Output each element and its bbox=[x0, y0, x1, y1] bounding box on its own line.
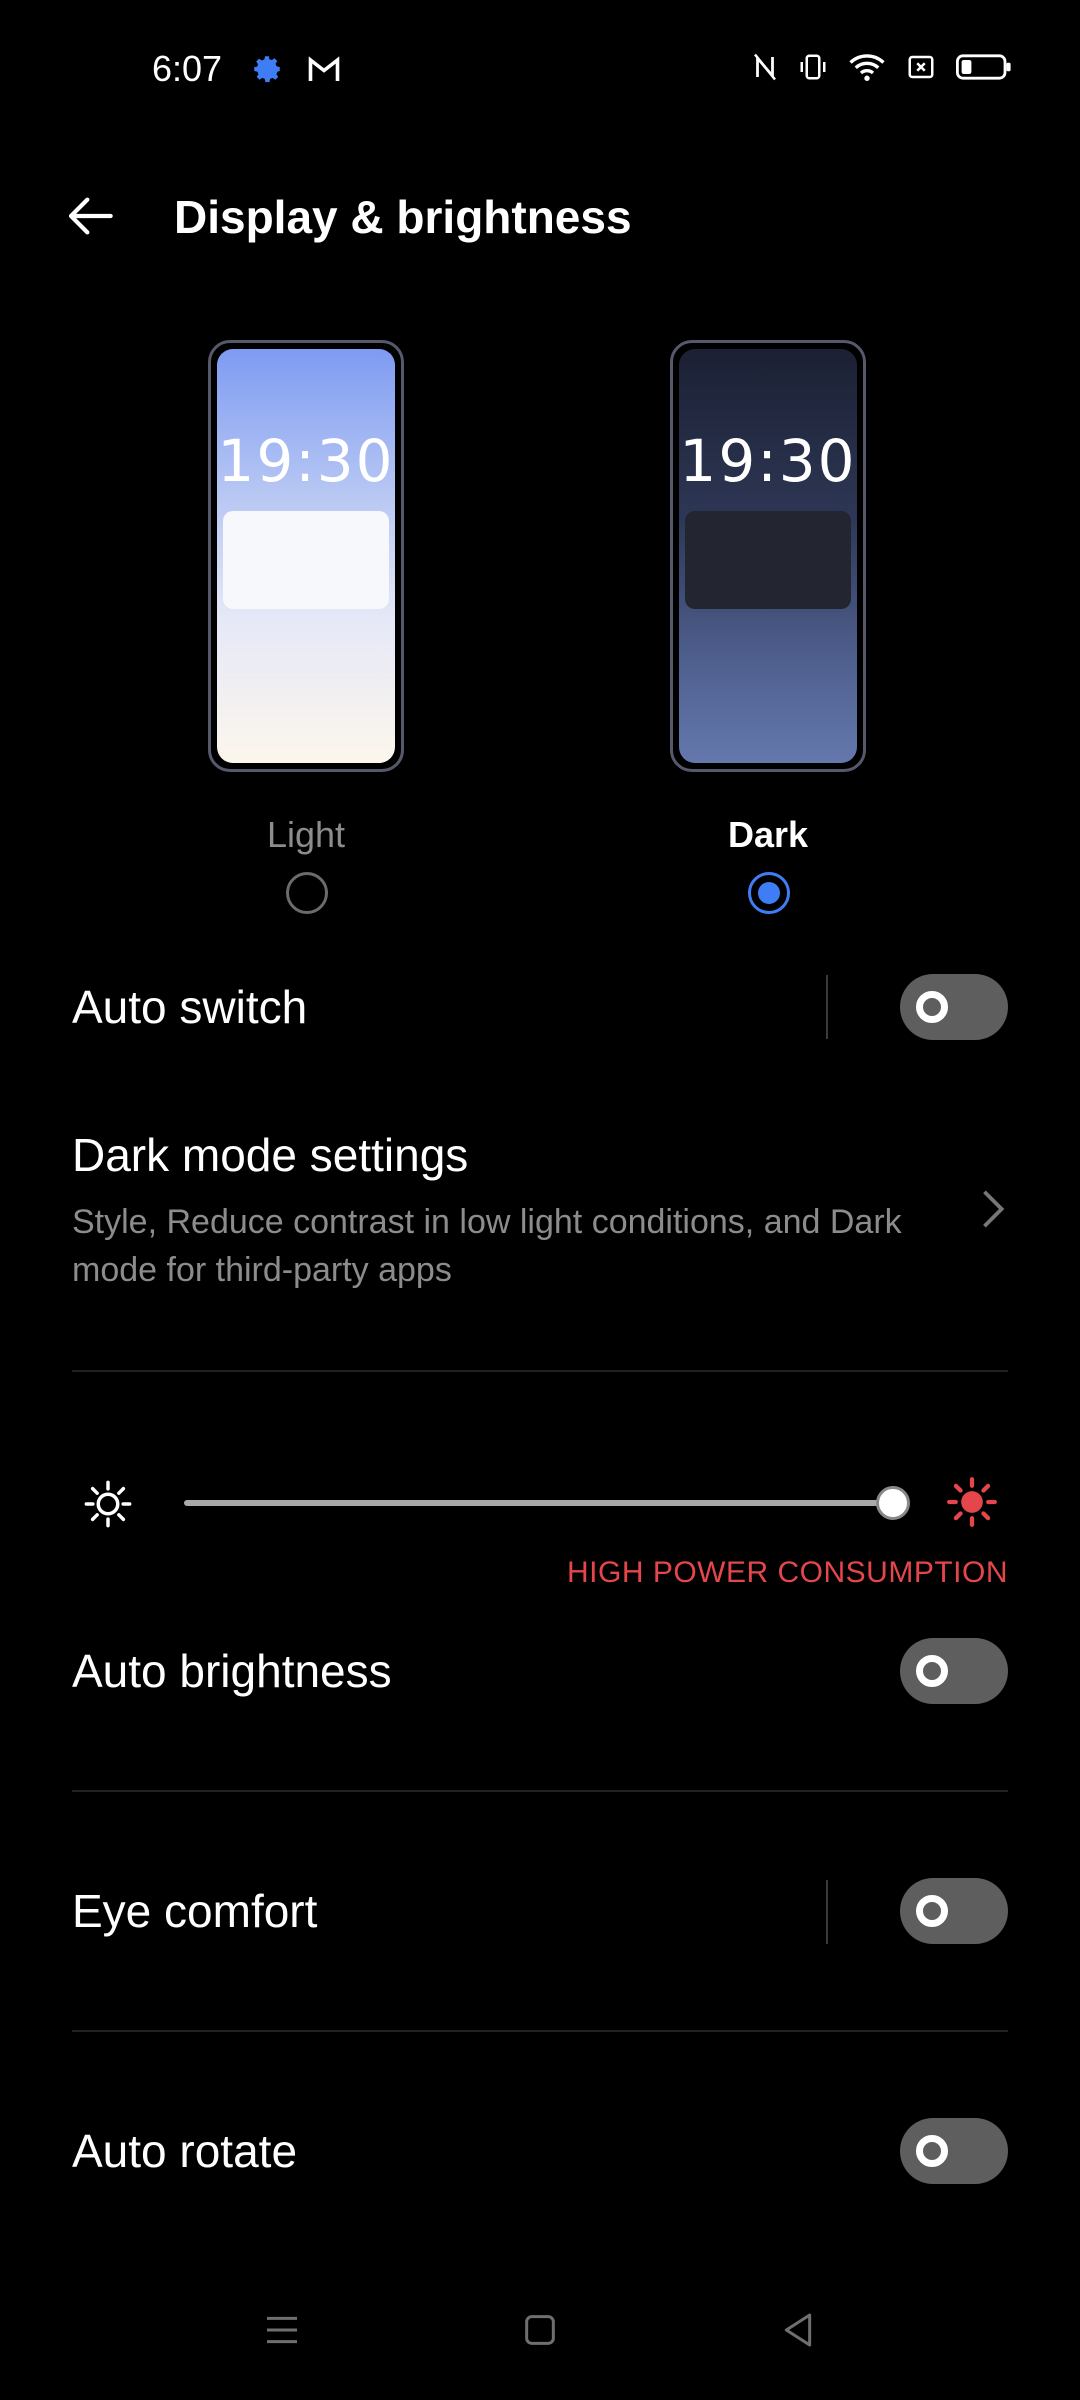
eye-comfort-toggle[interactable] bbox=[900, 1878, 1008, 1944]
light-theme-radio[interactable] bbox=[286, 872, 328, 914]
gear-icon bbox=[250, 52, 284, 91]
divider bbox=[72, 1790, 1008, 1792]
divider bbox=[826, 975, 828, 1039]
light-theme-preview[interactable]: 19:30 bbox=[208, 340, 404, 772]
chevron-right-icon bbox=[980, 1188, 1008, 1230]
back-icon[interactable] bbox=[778, 2310, 818, 2350]
gmail-icon bbox=[306, 54, 342, 89]
dark-theme-radio[interactable] bbox=[748, 872, 790, 914]
auto-rotate-label: Auto rotate bbox=[72, 2125, 298, 2177]
brightness-low-icon bbox=[82, 1478, 134, 1535]
brightness-slider-thumb[interactable] bbox=[876, 1486, 910, 1520]
divider bbox=[72, 1370, 1008, 1372]
auto-switch-label: Auto switch bbox=[72, 981, 308, 1033]
back-button[interactable] bbox=[64, 188, 120, 244]
page-title: Display & brightness bbox=[174, 191, 632, 243]
menu-icon[interactable] bbox=[262, 2310, 302, 2350]
no-sim-icon bbox=[906, 52, 936, 87]
status-right-icons bbox=[752, 52, 1012, 87]
preview-card bbox=[223, 511, 389, 609]
dark-mode-settings-label: Dark mode settings bbox=[72, 1129, 469, 1181]
auto-switch-toggle[interactable] bbox=[900, 974, 1008, 1040]
auto-brightness-toggle[interactable] bbox=[900, 1638, 1008, 1704]
light-theme-label: Light bbox=[266, 814, 346, 855]
preview-card bbox=[685, 511, 851, 609]
eye-comfort-label: Eye comfort bbox=[72, 1885, 318, 1937]
auto-brightness-label: Auto brightness bbox=[72, 1645, 392, 1697]
status-left-icons bbox=[250, 52, 342, 91]
vibrate-icon bbox=[798, 52, 828, 87]
preview-time: 19:30 bbox=[679, 427, 857, 495]
high-power-warning: HIGH POWER CONSUMPTION bbox=[566, 1556, 1008, 1589]
nfc-icon bbox=[752, 52, 778, 87]
wifi-icon bbox=[848, 52, 886, 87]
dark-theme-label: Dark bbox=[727, 814, 809, 855]
brightness-slider-track[interactable] bbox=[184, 1500, 894, 1506]
battery-icon bbox=[956, 52, 1012, 87]
status-time: 6:07 bbox=[152, 48, 223, 89]
dark-mode-settings-subtitle: Style, Reduce contrast in low light cond… bbox=[72, 1203, 902, 1289]
arrow-left-icon bbox=[68, 197, 113, 235]
auto-rotate-toggle[interactable] bbox=[900, 2118, 1008, 2184]
dark-theme-preview[interactable]: 19:30 bbox=[670, 340, 866, 772]
preview-time: 19:30 bbox=[217, 427, 395, 495]
home-icon[interactable] bbox=[520, 2310, 560, 2350]
divider bbox=[72, 2030, 1008, 2032]
divider bbox=[826, 1880, 828, 1944]
brightness-high-icon bbox=[946, 1476, 998, 1533]
